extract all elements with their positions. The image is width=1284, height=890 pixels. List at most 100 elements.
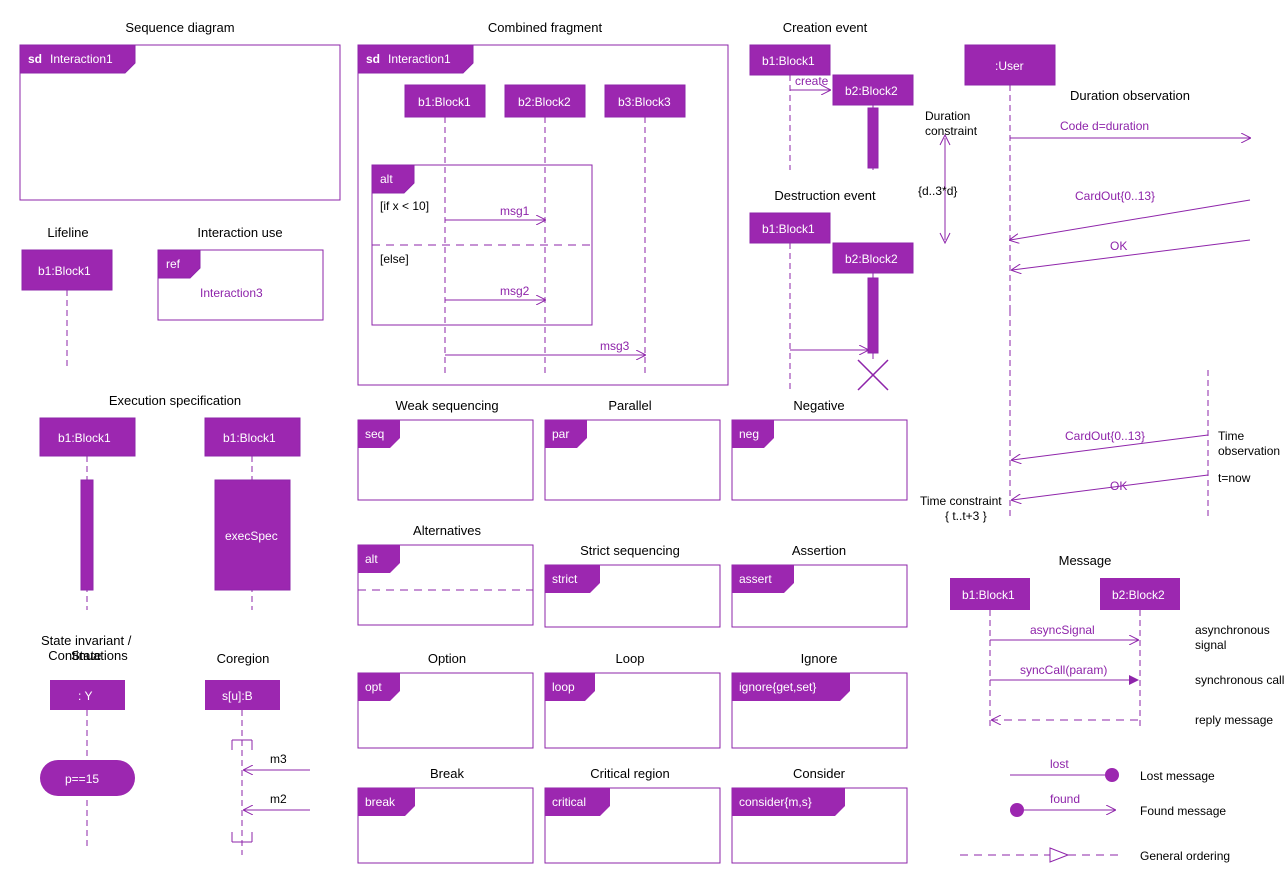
- svg-text:execSpec: execSpec: [225, 529, 278, 543]
- interaction-use-frame: ref Interaction3: [158, 250, 323, 320]
- creation-event-shape: b1:Block1 create b2:Block2: [750, 45, 913, 170]
- seq-fragment: seq: [358, 420, 533, 500]
- svg-text:Found message: Found message: [1140, 804, 1226, 818]
- title-parallel: Parallel: [608, 398, 651, 413]
- svg-text:b2:Block2: b2:Block2: [1112, 588, 1165, 602]
- svg-text:CardOut{0..13}: CardOut{0..13}: [1075, 189, 1155, 203]
- title-exec-spec: Execution specification: [109, 393, 241, 408]
- general-ordering-shape: General ordering: [960, 848, 1230, 863]
- svg-text:opt: opt: [365, 680, 382, 694]
- svg-text:Lost message: Lost message: [1140, 769, 1215, 783]
- svg-text:reply message: reply message: [1195, 713, 1273, 727]
- destruction-event-shape: b1:Block1 b2:Block2: [750, 213, 913, 390]
- svg-text:neg: neg: [739, 427, 759, 441]
- svg-text:p==15: p==15: [65, 772, 99, 786]
- svg-text:Duration observation: Duration observation: [1070, 88, 1190, 103]
- title-loop: Loop: [616, 651, 645, 666]
- title-interaction-use: Interaction use: [197, 225, 282, 240]
- svg-text:loop: loop: [552, 680, 575, 694]
- svg-text:[else]: [else]: [380, 252, 409, 266]
- svg-text:constraint: constraint: [925, 124, 978, 138]
- svg-text:assert: assert: [739, 572, 772, 586]
- title-ignore: Ignore: [801, 651, 838, 666]
- svg-text:Time: Time: [1218, 429, 1245, 443]
- svg-text:msg3: msg3: [600, 339, 630, 353]
- svg-text:ignore{get,set}: ignore{get,set}: [739, 680, 816, 694]
- svg-text:sd: sd: [28, 52, 42, 66]
- svg-text:b2:Block2: b2:Block2: [518, 95, 571, 109]
- lost-message-shape: lost Lost message: [1010, 757, 1215, 783]
- neg-fragment: neg: [732, 420, 907, 500]
- title-strict: Strict sequencing: [580, 543, 680, 558]
- combined-fragment-frame: sd Interaction1 b1:Block1 b2:Block2 b3:B…: [358, 45, 728, 385]
- svg-text:sd: sd: [366, 52, 380, 66]
- svg-text:msg1: msg1: [500, 204, 530, 218]
- svg-text:b1:Block1: b1:Block1: [223, 431, 276, 445]
- svg-text:{d..3*d}: {d..3*d}: [918, 184, 957, 198]
- duration-shape: :User Duration observation Duration cons…: [918, 45, 1250, 310]
- title-destruction-event: Destruction event: [774, 188, 876, 203]
- alt-fragment: alt: [358, 545, 533, 625]
- title-lifeline: Lifeline: [47, 225, 88, 240]
- svg-text:asynchronous: asynchronous: [1195, 623, 1270, 637]
- svg-text:strict: strict: [552, 572, 578, 586]
- title-assert: Assertion: [792, 543, 846, 558]
- svg-text:b1:Block1: b1:Block1: [962, 588, 1015, 602]
- strict-fragment: strict: [545, 565, 720, 627]
- state-invariant-shape: : Y p==15: [40, 680, 135, 850]
- consider-fragment: consider{m,s}: [732, 788, 907, 863]
- svg-text:Interaction3: Interaction3: [200, 286, 263, 300]
- title-alt: Alternatives: [413, 523, 481, 538]
- svg-text:Interaction1: Interaction1: [388, 52, 451, 66]
- title-negative: Negative: [793, 398, 844, 413]
- critical-fragment: critical: [545, 788, 720, 863]
- svg-text:t=now: t=now: [1218, 471, 1251, 485]
- svg-text:CardOut{0..13}: CardOut{0..13}: [1065, 429, 1145, 443]
- title-coregion: Coregion: [217, 651, 270, 666]
- opt-fragment: opt: [358, 673, 533, 748]
- par-fragment: par: [545, 420, 720, 500]
- svg-text:ref: ref: [166, 257, 181, 271]
- svg-text::User: :User: [995, 59, 1024, 73]
- svg-text:break: break: [365, 795, 396, 809]
- title-combined-fragment: Combined fragment: [488, 20, 603, 35]
- title-consider: Consider: [793, 766, 846, 781]
- coregion-shape: s[u]:B m3 m2: [205, 680, 310, 855]
- svg-text:: Y: : Y: [78, 689, 92, 703]
- svg-text:create: create: [795, 74, 829, 88]
- assert-fragment: assert: [732, 565, 907, 627]
- svg-text:consider{m,s}: consider{m,s}: [739, 795, 812, 809]
- message-shape: b1:Block1 b2:Block2 asyncSignal asynchro…: [950, 578, 1284, 730]
- svg-text:b3:Block3: b3:Block3: [618, 95, 671, 109]
- title-state-inv: State State invariant / Continuations: [41, 633, 135, 663]
- svg-text:b1:Block1: b1:Block1: [58, 431, 111, 445]
- svg-text:b1:Block1: b1:Block1: [418, 95, 471, 109]
- svg-text:[if x < 10]: [if x < 10]: [380, 199, 429, 213]
- svg-text:observation: observation: [1218, 444, 1280, 458]
- svg-text:synchronous call: synchronous call: [1195, 673, 1284, 687]
- exec-spec-shape: b1:Block1 b1:Block1 execSpec: [40, 418, 300, 610]
- svg-text:{ t..t+3 }: { t..t+3 }: [945, 509, 987, 523]
- svg-text:b2:Block2: b2:Block2: [845, 84, 898, 98]
- svg-text:OK: OK: [1110, 479, 1127, 493]
- sequence-diagram-frame: sd Interaction1: [20, 45, 340, 200]
- found-message-shape: found Found message: [1010, 792, 1226, 818]
- svg-text:Time constraint: Time constraint: [920, 494, 1002, 508]
- svg-text:par: par: [552, 427, 569, 441]
- title-creation-event: Creation event: [783, 20, 868, 35]
- time-observation-shape: CardOut{0..13} Time observation t=now OK…: [920, 310, 1280, 523]
- svg-text:General ordering: General ordering: [1140, 849, 1230, 863]
- title-message: Message: [1059, 553, 1112, 568]
- svg-text:Interaction1: Interaction1: [50, 52, 113, 66]
- title-break: Break: [430, 766, 464, 781]
- break-fragment: break: [358, 788, 533, 863]
- ignore-fragment: ignore{get,set}: [732, 673, 907, 748]
- svg-text:critical: critical: [552, 795, 586, 809]
- svg-text:m3: m3: [270, 752, 287, 766]
- loop-fragment: loop: [545, 673, 720, 748]
- title-critical: Critical region: [590, 766, 669, 781]
- title-opt: Option: [428, 651, 466, 666]
- svg-text:b1:Block1: b1:Block1: [762, 222, 815, 236]
- svg-text:found: found: [1050, 792, 1080, 806]
- svg-text:s[u]:B: s[u]:B: [222, 689, 253, 703]
